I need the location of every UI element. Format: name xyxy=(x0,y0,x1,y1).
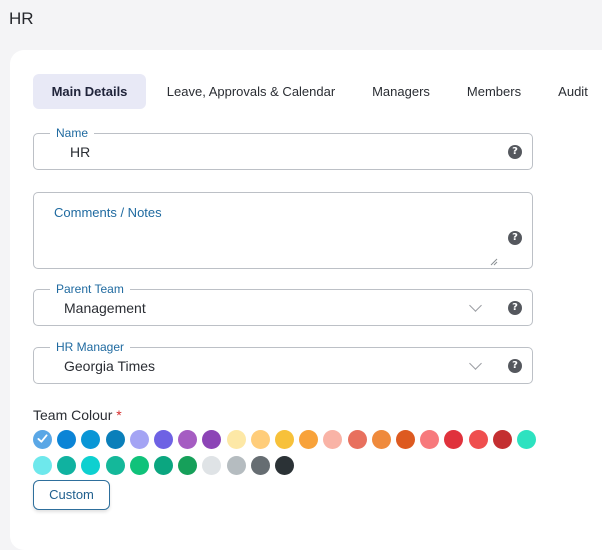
colour-swatch[interactable] xyxy=(178,456,198,475)
colour-swatch[interactable] xyxy=(250,430,270,449)
colour-swatch[interactable] xyxy=(226,430,246,449)
colour-swatch[interactable] xyxy=(81,430,101,449)
colour-swatch[interactable] xyxy=(202,430,222,449)
colour-swatch[interactable] xyxy=(57,430,77,449)
colour-swatch[interactable] xyxy=(468,430,488,449)
hr-manager-value: Georgia Times xyxy=(64,357,156,374)
colour-swatch[interactable] xyxy=(371,430,391,449)
colour-swatch[interactable] xyxy=(105,456,125,475)
colour-swatch[interactable] xyxy=(154,456,173,475)
help-icon[interactable]: ? xyxy=(508,358,522,373)
parent-team-label: Parent Team xyxy=(50,282,130,296)
colour-swatch[interactable] xyxy=(129,430,149,449)
notes-field-label: Comments / Notes xyxy=(54,205,162,220)
colour-swatch[interactable] xyxy=(33,430,52,449)
checkmark-icon xyxy=(37,434,48,443)
colour-swatch[interactable] xyxy=(81,456,101,475)
chevron-down-icon[interactable] xyxy=(469,298,482,312)
tab-members[interactable]: Members xyxy=(453,74,535,109)
help-icon[interactable]: ? xyxy=(508,144,522,159)
team-colour-label: Team Colour * xyxy=(33,407,122,423)
name-input[interactable]: HR xyxy=(70,144,90,160)
help-icon[interactable]: ? xyxy=(508,300,522,315)
help-icon[interactable]: ? xyxy=(508,231,522,245)
resize-handle-icon[interactable] xyxy=(490,258,498,266)
custom-colour-button[interactable]: Custom xyxy=(33,480,110,510)
colour-swatch[interactable] xyxy=(250,456,270,475)
colour-swatch[interactable] xyxy=(275,430,294,449)
colour-swatch[interactable] xyxy=(299,430,319,449)
page-title: HR xyxy=(9,9,34,28)
colour-swatch[interactable] xyxy=(154,430,173,449)
name-field[interactable]: Name HR ? xyxy=(33,126,533,170)
colour-swatch[interactable] xyxy=(492,430,512,449)
tab-leave-approvals-calendar[interactable]: Leave, Approvals & Calendar xyxy=(153,74,349,109)
colour-swatch[interactable] xyxy=(226,456,246,475)
tab-main-details[interactable]: Main Details xyxy=(33,74,146,109)
colour-swatch[interactable] xyxy=(57,456,77,475)
parent-team-value: Management xyxy=(64,299,146,316)
colour-swatch[interactable] xyxy=(396,430,415,449)
required-mark: * xyxy=(116,407,122,423)
colour-swatch[interactable] xyxy=(178,430,198,449)
colour-swatch[interactable] xyxy=(420,430,440,449)
tab-audit[interactable]: Audit xyxy=(545,74,601,109)
team-details-card: Main Details Leave, Approvals & Calendar… xyxy=(10,50,602,550)
parent-team-select[interactable]: Parent Team Management ? xyxy=(33,282,533,326)
colour-swatch[interactable] xyxy=(202,456,222,475)
colour-swatch[interactable] xyxy=(323,430,343,449)
hr-manager-label: HR Manager xyxy=(50,340,131,354)
name-field-label: Name xyxy=(50,126,95,140)
notes-field[interactable]: Comments / Notes ? xyxy=(33,192,533,269)
team-colour-label-text: Team Colour xyxy=(33,407,113,423)
colour-swatch[interactable] xyxy=(129,456,149,475)
colour-swatch[interactable] xyxy=(105,430,125,449)
colour-swatch[interactable] xyxy=(33,456,52,475)
chevron-down-icon[interactable] xyxy=(469,356,482,370)
colour-swatch[interactable] xyxy=(275,456,294,475)
colour-swatch[interactable] xyxy=(347,430,367,449)
colour-swatch[interactable] xyxy=(517,430,536,449)
hr-manager-select[interactable]: HR Manager Georgia Times ? xyxy=(33,340,533,384)
colour-swatch[interactable] xyxy=(444,430,464,449)
tab-managers[interactable]: Managers xyxy=(358,74,444,109)
